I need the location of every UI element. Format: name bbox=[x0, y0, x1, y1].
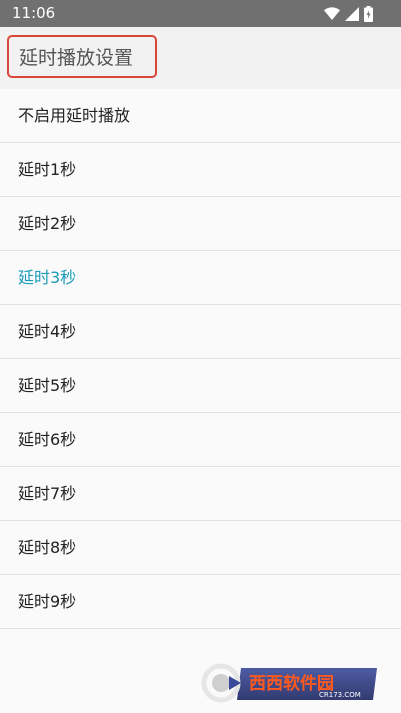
option-delay-4s[interactable]: 延时4秒 bbox=[0, 305, 401, 359]
status-icons bbox=[324, 5, 373, 22]
option-delay-7s[interactable]: 延时7秒 bbox=[0, 467, 401, 521]
watermark-site: CR173.COM bbox=[319, 691, 361, 699]
option-delay-9s[interactable]: 延时9秒 bbox=[0, 575, 401, 629]
status-bar: 11:06 bbox=[0, 0, 401, 27]
option-delay-8s[interactable]: 延时8秒 bbox=[0, 521, 401, 575]
option-label: 延时3秒 bbox=[18, 268, 77, 287]
option-label: 延时4秒 bbox=[18, 322, 77, 341]
option-delay-5s[interactable]: 延时5秒 bbox=[0, 359, 401, 413]
option-disable-delay[interactable]: 不启用延时播放 bbox=[0, 89, 401, 143]
delay-option-list: 不启用延时播放 延时1秒 延时2秒 延时3秒 延时4秒 延时5秒 延时6秒 延时… bbox=[0, 89, 401, 629]
battery-icon bbox=[364, 5, 373, 22]
option-label: 延时8秒 bbox=[18, 538, 77, 557]
option-delay-6s[interactable]: 延时6秒 bbox=[0, 413, 401, 467]
wifi-icon bbox=[324, 6, 340, 21]
option-delay-2s[interactable]: 延时2秒 bbox=[0, 197, 401, 251]
title-bar: 延时播放设置 bbox=[0, 27, 401, 89]
option-label: 延时1秒 bbox=[18, 160, 77, 179]
signal-icon bbox=[345, 6, 359, 21]
option-label: 延时5秒 bbox=[18, 376, 77, 395]
option-label: 延时6秒 bbox=[18, 430, 77, 449]
option-delay-3s[interactable]: 延时3秒 bbox=[0, 251, 401, 305]
title-highlight-box: 延时播放设置 bbox=[7, 35, 157, 78]
option-label: 延时7秒 bbox=[18, 484, 77, 503]
watermark-logo: 西西软件园 CR173.COM bbox=[201, 662, 381, 704]
status-time: 11:06 bbox=[12, 4, 56, 22]
option-label: 不启用延时播放 bbox=[18, 106, 131, 125]
page-title: 延时播放设置 bbox=[19, 47, 134, 69]
option-delay-1s[interactable]: 延时1秒 bbox=[0, 143, 401, 197]
option-label: 延时2秒 bbox=[18, 214, 77, 233]
option-label: 延时9秒 bbox=[18, 592, 77, 611]
